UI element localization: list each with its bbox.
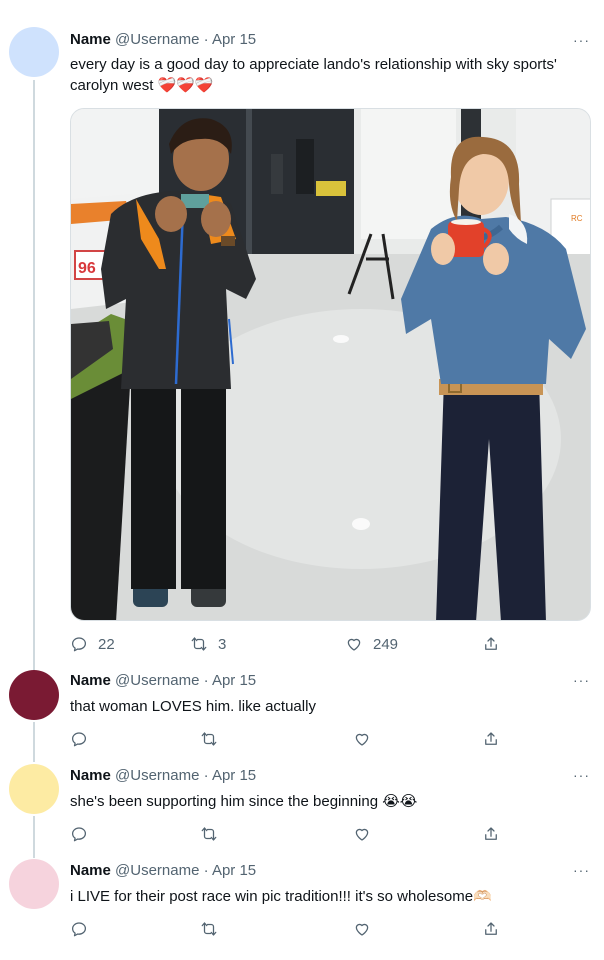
retweet-icon	[201, 827, 217, 841]
display-name[interactable]: Name	[70, 31, 111, 48]
avatar[interactable]	[9, 670, 59, 720]
retweet-button[interactable]	[200, 918, 218, 940]
share-icon	[485, 732, 497, 745]
heart-icon	[347, 638, 361, 651]
display-name[interactable]: Name	[70, 672, 111, 689]
username[interactable]: @Username	[115, 672, 199, 689]
more-options-button[interactable]: ···	[573, 768, 590, 782]
tweet-main[interactable]: Name @Username · Apr 15 ··· every day is…	[0, 0, 604, 665]
like-button[interactable]	[353, 823, 371, 845]
retweet-button[interactable]: 3	[190, 633, 226, 655]
reply-icon	[71, 637, 87, 652]
reply-icon	[71, 922, 87, 937]
tweet-header: Name @Username · Apr 15	[70, 861, 256, 881]
tweet-reply[interactable]: Name @Username · Apr 15 ··· that woman L…	[0, 665, 604, 760]
avatar[interactable]	[9, 764, 59, 814]
display-name[interactable]: Name	[70, 767, 111, 784]
tweet-reply[interactable]: Name @Username · Apr 15 ··· i LIVE for t…	[0, 855, 604, 960]
avatar[interactable]	[9, 859, 59, 909]
timestamp[interactable]: · Apr 15	[204, 767, 257, 784]
reply-button[interactable]	[70, 918, 88, 940]
share-button[interactable]	[482, 633, 500, 655]
tweet-text: i LIVE for their post race win pic tradi…	[70, 888, 492, 905]
tweet-reply[interactable]: Name @Username · Apr 15 ··· she's been s…	[0, 760, 604, 855]
timestamp[interactable]: · Apr 15	[204, 31, 257, 48]
photo-illustration: RC 96	[71, 109, 590, 620]
tweet-header: Name @Username · Apr 15	[70, 766, 256, 786]
reply-button[interactable]	[70, 823, 88, 845]
car-number: 96	[78, 260, 96, 277]
svg-text:RC: RC	[571, 214, 583, 223]
share-button[interactable]	[482, 823, 500, 845]
retweet-button[interactable]	[200, 728, 218, 750]
retweet-count: 3	[218, 635, 227, 653]
share-button[interactable]	[482, 728, 500, 750]
retweet-icon	[191, 637, 207, 651]
username[interactable]: @Username	[115, 862, 199, 879]
tweet-text: she's been supporting him since the begi…	[70, 793, 418, 810]
tweet-photo[interactable]: RC 96	[70, 108, 591, 621]
tweet-actions	[70, 823, 510, 847]
retweet-button[interactable]	[200, 823, 218, 845]
like-button[interactable]: 249	[345, 633, 398, 655]
tweet-actions	[70, 728, 510, 752]
retweet-icon	[201, 732, 217, 746]
more-options-button[interactable]: ···	[573, 33, 590, 47]
more-options-button[interactable]: ···	[573, 673, 590, 687]
like-button[interactable]	[353, 728, 371, 750]
reply-button[interactable]: 22	[70, 633, 115, 655]
reply-count: 22	[98, 635, 115, 653]
heart-icon	[355, 923, 369, 936]
tweet-actions	[70, 918, 510, 942]
like-button[interactable]	[353, 918, 371, 940]
timestamp[interactable]: · Apr 15	[204, 862, 257, 879]
share-icon	[485, 827, 497, 840]
username[interactable]: @Username	[115, 767, 199, 784]
tweet-actions: 22 3 249	[70, 633, 510, 657]
heart-icon	[355, 733, 369, 746]
more-options-button[interactable]: ···	[573, 863, 590, 877]
tweet-header: Name @Username · Apr 15	[70, 30, 256, 50]
tweet-header: Name @Username · Apr 15	[70, 671, 256, 691]
timestamp[interactable]: · Apr 15	[204, 672, 257, 689]
tweet-text: every day is a good day to appreciate la…	[70, 56, 557, 94]
heart-icon	[355, 828, 369, 841]
reply-icon	[71, 732, 87, 747]
tweet-text: that woman LOVES him. like actually	[70, 698, 316, 715]
retweet-icon	[201, 922, 217, 936]
like-count: 249	[373, 635, 399, 653]
username[interactable]: @Username	[115, 31, 199, 48]
reply-button[interactable]	[70, 728, 88, 750]
reply-icon	[71, 827, 87, 842]
avatar[interactable]	[9, 27, 59, 77]
share-icon	[485, 637, 497, 650]
display-name[interactable]: Name	[70, 862, 111, 879]
share-button[interactable]	[482, 918, 500, 940]
share-icon	[485, 922, 497, 935]
